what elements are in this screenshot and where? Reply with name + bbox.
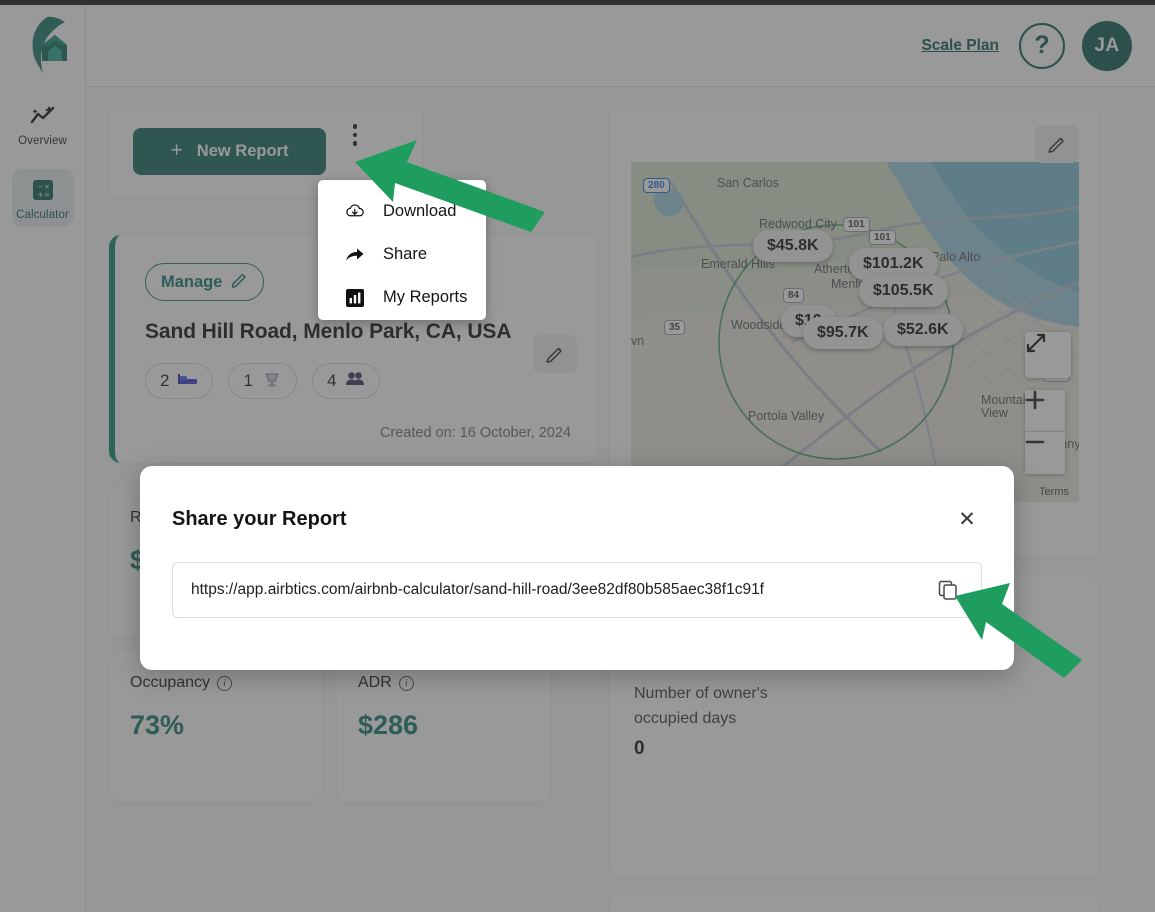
bar-chart-icon bbox=[345, 288, 365, 307]
menu-item-label: My Reports bbox=[383, 288, 468, 306]
menu-item-label: Share bbox=[383, 245, 428, 263]
share-arrow-icon bbox=[345, 247, 365, 263]
share-report-modal: Share your Report ✕ bbox=[140, 466, 1014, 670]
modal-title: Share your Report bbox=[172, 508, 347, 530]
menu-item-my-reports[interactable]: My Reports bbox=[318, 276, 486, 319]
report-options-menu: Download Share My Reports bbox=[318, 180, 486, 320]
menu-item-download[interactable]: Download bbox=[318, 190, 486, 233]
modal-overlay[interactable] bbox=[0, 0, 1155, 912]
menu-item-share[interactable]: Share bbox=[318, 233, 486, 276]
copy-icon[interactable] bbox=[933, 575, 963, 605]
menu-item-label: Download bbox=[383, 202, 457, 220]
close-icon[interactable]: ✕ bbox=[954, 506, 980, 532]
share-url-input[interactable] bbox=[191, 581, 933, 599]
share-url-field[interactable] bbox=[172, 562, 982, 618]
cloud-download-icon bbox=[345, 203, 365, 220]
app-root: Overview − × + = Calculator Scale Plan ?… bbox=[0, 0, 1155, 912]
